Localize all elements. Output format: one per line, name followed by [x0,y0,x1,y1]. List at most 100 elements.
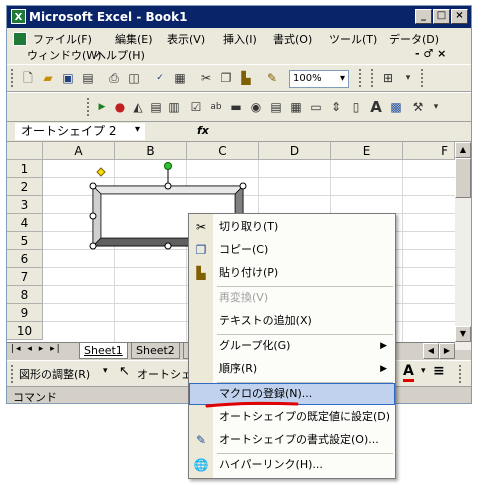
menu-window[interactable]: ウィンドウ(W) [27,47,101,63]
open-icon[interactable]: ▰ [39,69,57,87]
copy-icon: ❐ [195,243,207,257]
adjust-handle[interactable] [96,167,106,177]
menu-item-reconvert[interactable]: 再変換(V) [189,287,395,309]
toolbar-grip[interactable] [11,365,14,383]
chevron-down-icon[interactable]: ▾ [427,98,445,116]
borders-icon[interactable]: ⊞ [379,69,397,87]
toggle-button-icon[interactable]: ▭ [307,98,325,116]
checkbox-icon[interactable]: ☑ [187,98,205,116]
tab-sheet1[interactable]: Sheet1 [79,343,128,359]
properties-icon[interactable]: ▤ [147,98,165,116]
resize-handle[interactable] [89,182,97,190]
scroll-right-icon[interactable]: ▶ [439,343,455,359]
toolbar-grip[interactable] [359,69,362,87]
standard-toolbar: 🗋 ▰ ▣ ▤ ⎙ ◫ ✓ ▦ ✂ ❐ ▙ ✎ 100% ▾ ⊞ ▾ [7,64,471,92]
restore-button[interactable]: □ [433,9,450,24]
menu-item-cut[interactable]: ✂ 切り取り(T) [189,216,395,238]
zoom-dropdown[interactable]: 100% ▾ [289,70,349,88]
menu-view[interactable]: 表示(V) [167,31,205,47]
rotate-handle[interactable] [164,162,172,170]
menu-tools[interactable]: ツール(T) [329,31,377,47]
run-icon[interactable]: ▶ [93,98,111,116]
record-icon[interactable]: ● [111,98,129,116]
spelling-icon[interactable]: ✓ [151,69,169,87]
scroll-bar-icon[interactable]: ▯ [347,98,365,116]
menu-item-label: 再変換(V) [219,291,269,304]
chevron-down-icon[interactable]: ▾ [135,124,140,135]
close-button[interactable]: × [451,9,468,24]
print-icon[interactable]: ⎙ [105,69,123,87]
document-icon[interactable] [13,32,27,46]
chevron-down-icon[interactable]: ▾ [421,366,426,376]
scroll-down-icon[interactable]: ▼ [455,326,471,342]
context-menu: ✂ 切り取り(T) ❐ コピー(C) ▙ 貼り付け(P) 再変換(V) テキスト… [188,213,396,479]
resize-handle[interactable] [239,182,247,190]
design-mode-icon[interactable]: ◭ [129,98,147,116]
toolbar-grip[interactable] [421,69,424,87]
menu-item-hyperlink[interactable]: 🌐 ハイパーリンク(H)... [189,454,395,476]
menu-insert[interactable]: 挿入(I) [223,31,257,47]
font-color-icon[interactable]: A [403,363,414,382]
new-icon[interactable]: 🗋 [19,69,37,87]
hyperlink-icon: 🌐 [193,458,209,472]
image-icon[interactable]: ▩ [387,98,405,116]
vertical-scrollbar[interactable]: ▲ ▼ [455,142,471,350]
menu-help[interactable]: ヘルプ(H) [95,47,145,63]
select-objects-icon[interactable]: ↖ [119,364,130,379]
line-style-icon[interactable]: ≡ [433,363,445,379]
copy-icon[interactable]: ❐ [217,69,235,87]
resize-handle[interactable] [164,182,172,190]
minimize-button[interactable]: _ [415,9,432,24]
combo-box-icon[interactable]: ▦ [287,98,305,116]
menu-item-copy[interactable]: ❐ コピー(C) [189,239,395,261]
format-painter-icon[interactable]: ✎ [263,69,281,87]
fx-icon[interactable]: fx [197,124,209,137]
option-button-icon[interactable]: ◉ [247,98,265,116]
more-controls-icon[interactable]: ⚒ [409,98,427,116]
menu-data[interactable]: データ(D) [389,31,439,47]
menu-edit[interactable]: 編集(E) [115,31,153,47]
paste-icon: ▙ [196,266,206,280]
menu-format[interactable]: 書式(O) [273,31,312,47]
list-box-icon[interactable]: ▤ [267,98,285,116]
toolbar-grip[interactable] [87,98,90,116]
adjust-shape-menu[interactable]: 図形の調整(R) [19,366,90,382]
chevron-down-icon[interactable]: ▾ [103,366,108,376]
resize-handle[interactable] [164,242,172,250]
menu-item-label: オートシェイプの書式設定(O)... [219,433,379,446]
sheet-nav-icon[interactable]: |◂ ◂ ▸ ▸| [11,344,62,354]
menu-item-paste[interactable]: ▙ 貼り付け(P) [189,262,395,284]
menu-item-group[interactable]: グループ化(G) ▶ [189,335,395,357]
document-window-controls[interactable]: - ♂ × [415,47,446,60]
menu-item-format-autoshape[interactable]: ✎ オートシェイプの書式設定(O)... [189,429,395,451]
research-icon[interactable]: ▦ [171,69,189,87]
menu-file[interactable]: ファイル(F) [33,31,92,47]
permission-icon[interactable]: ▤ [79,69,97,87]
print-preview-icon[interactable]: ◫ [125,69,143,87]
menu-item-order[interactable]: 順序(R) ▶ [189,358,395,380]
view-code-icon[interactable]: ▥ [165,98,183,116]
spin-button-icon[interactable]: ⇕ [327,98,345,116]
label-icon[interactable]: A [367,98,385,116]
cut-icon[interactable]: ✂ [197,69,215,87]
resize-handle[interactable] [89,242,97,250]
tab-sheet2[interactable]: Sheet2 [131,343,180,359]
command-button-icon[interactable]: ▬ [227,98,245,116]
excel-app-icon[interactable]: X [11,9,26,24]
scroll-left-icon[interactable]: ◀ [423,343,439,359]
scroll-up-icon[interactable]: ▲ [455,142,471,158]
textbox-icon[interactable]: ab [207,98,225,116]
chevron-down-icon[interactable]: ▾ [399,69,417,87]
autoshape-menu[interactable]: オートシェ [137,366,192,382]
submenu-arrow-icon: ▶ [380,364,387,374]
toolbar-grip[interactable] [459,365,462,383]
toolbar-grip[interactable] [11,69,14,87]
toolbar-grip[interactable] [371,69,374,87]
save-icon[interactable]: ▣ [59,69,77,87]
menu-item-add-text[interactable]: テキストの追加(X) [189,310,395,332]
menu-item-label: 切り取り(T) [219,220,279,233]
name-box[interactable]: オートシェイプ 2 [15,123,145,140]
paste-icon[interactable]: ▙ [237,69,255,87]
resize-handle[interactable] [89,212,97,220]
scroll-thumb[interactable] [455,158,471,198]
